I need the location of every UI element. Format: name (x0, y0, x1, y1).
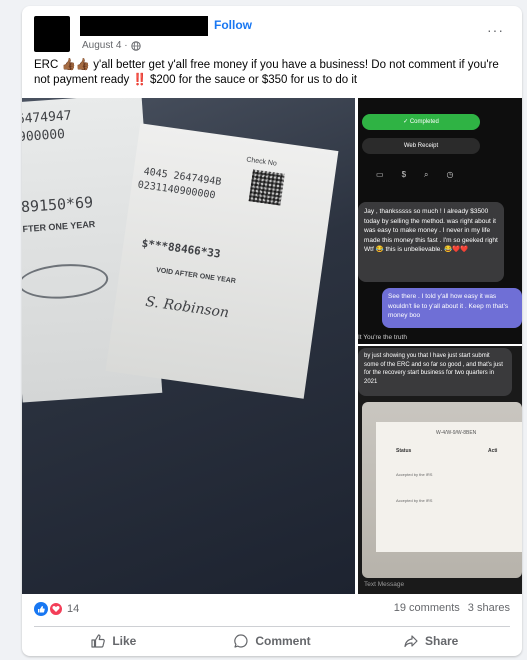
clock-icon: ◷ (446, 170, 454, 179)
app-tabbar: ▭ $ ⌕ ◷ (376, 170, 453, 180)
search-icon: ⌕ (424, 170, 429, 179)
chat-bubble-received: by just showing you that I have just sta… (358, 348, 512, 396)
card-icon: ▭ (376, 170, 384, 179)
comments-count[interactable]: 19 comments (394, 602, 460, 614)
post-meta: August 4 · (82, 40, 141, 51)
comment-share-counts: 19 comments 3 shares (394, 602, 510, 614)
table-cell: Accepted by the IRS (396, 472, 433, 477)
chat-bubble-received: Jay , thanksssss so much ! I already $35… (358, 202, 504, 282)
check-void-text: FTER ONE YEAR (22, 219, 96, 235)
follow-button[interactable]: Follow (214, 18, 252, 32)
avatar[interactable] (34, 16, 70, 52)
photo-chat-screenshot[interactable]: ✓ Completed Web Receipt ▭ $ ⌕ ◷ Jay , th… (358, 98, 522, 344)
check-label: Check No (245, 156, 278, 168)
more-options-icon[interactable]: ··· (487, 22, 504, 38)
like-reaction-icon (34, 602, 48, 616)
post-card: Follow August 4 · ··· ERC 👍🏾👍🏾 y'all bet… (22, 6, 522, 656)
comment-button[interactable]: Comment (193, 630, 352, 652)
love-reaction-icon (49, 602, 63, 616)
check-right: Check No 4045 2647494B 0231140900000 $**… (105, 123, 339, 399)
reactions[interactable]: 14 (34, 602, 79, 616)
post-header: Follow August 4 · ··· (34, 16, 510, 56)
text-message-input: Text Message (364, 581, 405, 588)
like-label: Like (112, 634, 137, 648)
check-amount: $***88466*33 (140, 236, 222, 261)
completed-badge: ✓ Completed (362, 114, 480, 130)
photo-irs-screenshot[interactable]: by just showing you that I have just sta… (358, 346, 522, 594)
column-header: Status (396, 448, 412, 454)
check-number: 900000 (22, 126, 66, 146)
check-void-text: VOID AFTER ONE YEAR (155, 266, 237, 286)
photo-monitor: W-4/W-9/W-8BEN Status Acti Accepted by t… (362, 402, 522, 578)
photo-checks[interactable]: 6474947 900000 89150*69 FTER ONE YEAR Ch… (22, 98, 355, 594)
comment-label: Comment (255, 634, 311, 648)
post-actions: Like Comment Share (34, 630, 510, 652)
share-label: Share (425, 634, 459, 648)
shares-count[interactable]: 3 shares (468, 602, 510, 614)
column-header: Acti (488, 448, 498, 454)
check-number: 6474947 (22, 108, 73, 128)
share-button[interactable]: Share (351, 630, 510, 652)
chat-bubble-partial: It You're the truth (358, 334, 407, 341)
check-number: 89150*69 (22, 193, 94, 217)
web-receipt-button: Web Receipt (362, 138, 480, 154)
chat-bubble-sent: See there . I told y'all how easy it was… (382, 288, 522, 328)
signature-scribble (22, 261, 110, 302)
divider (34, 626, 510, 627)
redacted-author-name[interactable] (80, 16, 208, 36)
post-media[interactable]: 6474947 900000 89150*69 FTER ONE YEAR Ch… (22, 98, 522, 594)
table-cell: Accepted by the IRS (396, 498, 433, 503)
comment-bubble-icon (234, 634, 248, 648)
dollar-icon: $ (401, 170, 407, 179)
qr-code (248, 169, 285, 206)
post-text: ERC 👍🏾👍🏾 y'all better get y'all free mon… (34, 59, 499, 86)
globe-icon (130, 40, 141, 51)
form-title: W-4/W-9/W-8BEN (436, 430, 477, 436)
like-button[interactable]: Like (34, 630, 193, 652)
irs-form-sheet: W-4/W-9/W-8BEN Status Acti Accepted by t… (376, 422, 522, 552)
share-arrow-icon (404, 635, 418, 648)
reaction-count: 14 (67, 603, 80, 615)
check-signature: S. Robinson (144, 293, 230, 322)
engagement-counts: 14 19 comments 3 shares (34, 602, 510, 620)
post-date[interactable]: August 4 · (82, 40, 128, 51)
thumbs-up-icon (91, 634, 106, 648)
